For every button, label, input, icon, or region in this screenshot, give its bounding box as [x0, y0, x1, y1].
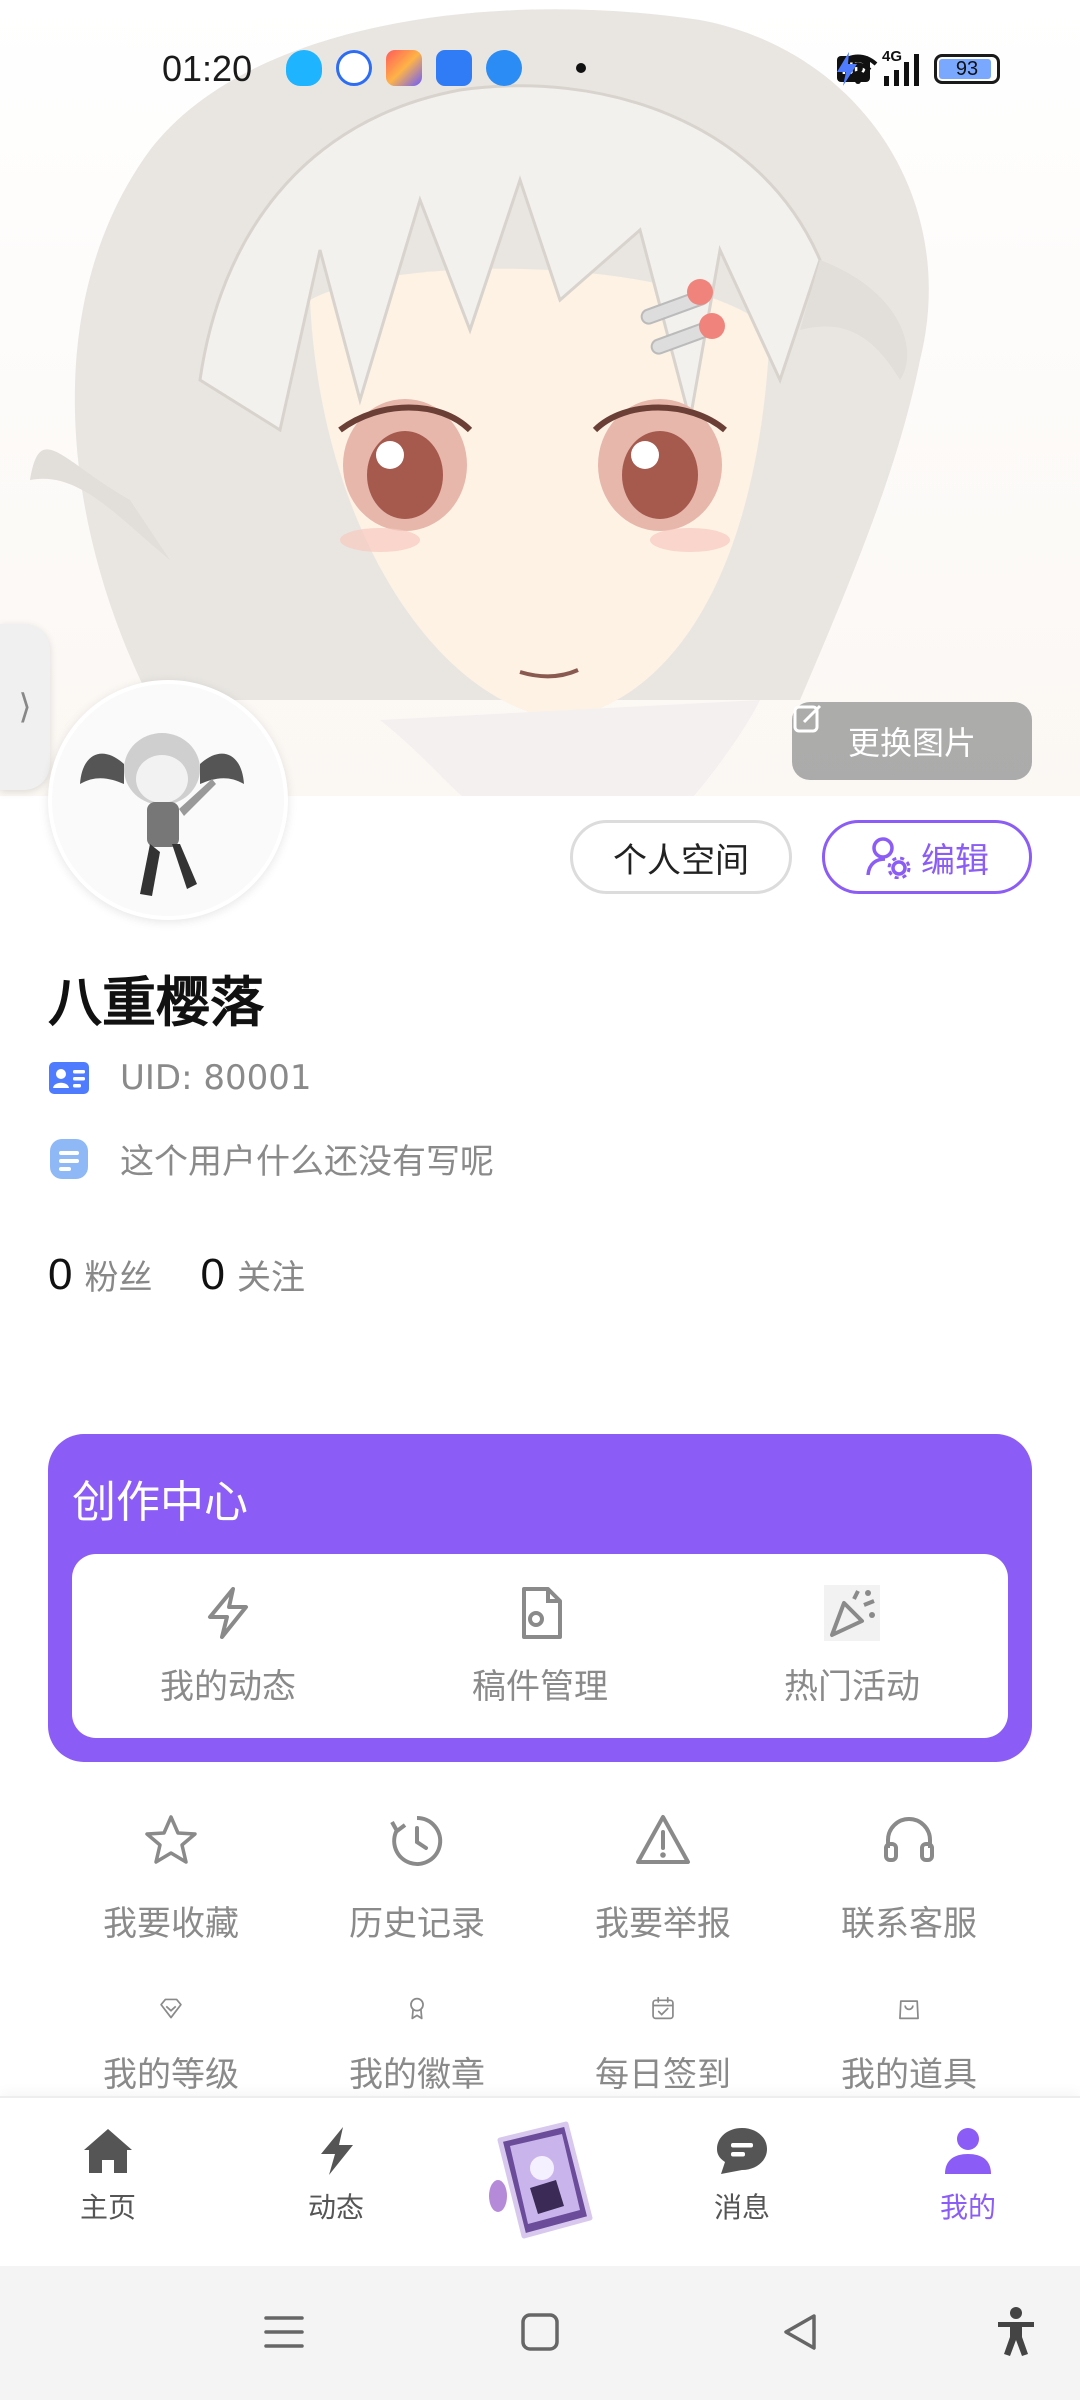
lightning-icon	[208, 1586, 248, 1639]
history-label: 历史记录	[349, 1904, 485, 1944]
my-posts-label: 我的动态	[160, 1666, 296, 1707]
level-label: 我的等级	[103, 2055, 239, 2095]
back-triangle-icon[interactable]	[778, 2310, 822, 2354]
history-icon	[390, 1815, 443, 1866]
files-app-icon	[436, 50, 472, 86]
change-image-button[interactable]: 更换图片	[792, 702, 1032, 780]
uid-text: UID: 80001	[120, 1058, 312, 1098]
my-posts-entry[interactable]: 我的动态	[72, 1554, 384, 1738]
badges-entry[interactable]: 我的徽章	[294, 1996, 540, 2096]
menu-grid-row-1: 我要收藏 历史记录 我要举报 联系客服	[48, 1812, 1032, 1945]
hot-events-label: 热门活动	[784, 1666, 920, 1707]
tab-me-label: 我的	[940, 2191, 997, 2224]
user-settings-icon	[866, 837, 911, 879]
file-settings-icon	[522, 1586, 562, 1639]
edit-pencil-icon	[793, 704, 822, 733]
status-time: 01:20	[162, 48, 253, 89]
badges-label: 我的徽章	[349, 2055, 485, 2095]
edit-profile-button[interactable]: 编辑	[822, 820, 1032, 894]
my-items-entry[interactable]: 我的道具	[786, 1996, 1032, 2096]
id-card-icon	[49, 1062, 89, 1094]
change-image-label: 更换图片	[847, 724, 976, 762]
menu-grid-row-2: 我的等级 我的徽章 每日签到 我的道具	[48, 1996, 1032, 2096]
avatar[interactable]	[48, 680, 288, 920]
fans-label[interactable]: 粉丝	[84, 1250, 152, 1299]
badge-icon	[410, 1997, 424, 2020]
battery-icon: 93	[934, 54, 1000, 84]
following-count[interactable]: 0	[200, 1250, 224, 1300]
lightning-icon	[321, 2127, 353, 2175]
headset-icon	[884, 1817, 934, 1862]
follow-stats: 0 粉丝 0 关注	[48, 1250, 341, 1300]
my-items-label: 我的道具	[841, 2055, 977, 2095]
report-entry[interactable]: 我要举报	[540, 1812, 786, 1945]
tab-messages-label: 消息	[714, 2191, 771, 2224]
home-square-icon[interactable]	[518, 2310, 562, 2354]
report-label: 我要举报	[595, 1904, 731, 1944]
baidu-icon	[336, 50, 372, 86]
hot-events-entry[interactable]: 热门活动	[696, 1554, 1008, 1738]
qq-icon	[286, 50, 322, 86]
accessibility-icon[interactable]	[994, 2306, 1038, 2356]
status-bar: 01:20 HD 4G	[0, 40, 1080, 104]
feather-app-icon	[486, 50, 522, 86]
shopping-bag-icon	[899, 2000, 919, 2020]
notification-icons	[286, 50, 586, 86]
favorites-label: 我要收藏	[103, 1904, 239, 1944]
level-entry[interactable]: 我的等级	[48, 1996, 294, 2096]
bio-row: 这个用户什么还没有写呢	[48, 1134, 494, 1183]
following-label[interactable]: 关注	[237, 1250, 305, 1299]
charging-icon	[837, 52, 858, 86]
chevron-right-icon: ⟩	[18, 687, 32, 727]
creator-center-menu: 我的动态 稿件管理 热门活动	[72, 1554, 1008, 1738]
star-icon	[145, 1815, 197, 1864]
side-drawer-handle[interactable]: ⟩	[0, 624, 50, 790]
daily-checkin-entry[interactable]: 每日签到	[540, 1996, 786, 2096]
daily-checkin-label: 每日签到	[595, 2055, 731, 2095]
tab-feed[interactable]: 动态	[308, 2126, 364, 2226]
edit-profile-label: 编辑	[921, 840, 989, 881]
system-navigation-bar	[0, 2266, 1080, 2400]
diamond-icon	[160, 1998, 182, 2019]
manuscript-management-label: 稿件管理	[472, 1666, 608, 1707]
system-status-icons: HD 4G 93	[837, 48, 1000, 86]
person-icon	[945, 2128, 991, 2174]
tab-home[interactable]: 主页	[80, 2126, 136, 2226]
home-icon	[84, 2129, 132, 2173]
note-icon	[50, 1138, 88, 1179]
fans-count[interactable]: 0	[48, 1250, 72, 1300]
manuscript-management-entry[interactable]: 稿件管理	[384, 1554, 696, 1738]
creator-center-card: 创作中心 我的动态 稿件管理 热门活动	[48, 1434, 1032, 1762]
message-icon	[717, 2128, 767, 2174]
creator-center-title: 创作中心	[72, 1477, 248, 1528]
calendar-check-icon	[652, 1996, 674, 2020]
chibi-avatar-illustration	[80, 733, 244, 896]
cellular-icon: 4G	[882, 48, 922, 86]
party-popper-icon	[824, 1584, 880, 1641]
customer-service-entry[interactable]: 联系客服	[786, 1812, 1032, 1945]
more-notifications-dot	[576, 63, 586, 73]
tab-feed-label: 动态	[308, 2191, 365, 2224]
username: 八重樱落	[48, 971, 264, 1034]
customer-service-label: 联系客服	[841, 1904, 977, 1944]
tab-home-label: 主页	[80, 2191, 137, 2224]
phone-mascot-icon	[489, 2121, 593, 2239]
uid-row: UID: 80001	[48, 1058, 312, 1098]
favorites-entry[interactable]: 我要收藏	[48, 1812, 294, 1945]
tab-messages[interactable]: 消息	[714, 2126, 770, 2226]
bio-text: 这个用户什么还没有写呢	[120, 1142, 494, 1182]
warning-icon	[636, 1815, 690, 1864]
tab-me[interactable]: 我的	[940, 2126, 996, 2226]
menu-icon[interactable]	[262, 2310, 306, 2354]
center-create-button[interactable]	[486, 2118, 598, 2244]
history-entry[interactable]: 历史记录	[294, 1812, 540, 1945]
shortcut-app-icon	[386, 50, 422, 86]
personal-space-button[interactable]: 个人空间	[570, 820, 792, 894]
